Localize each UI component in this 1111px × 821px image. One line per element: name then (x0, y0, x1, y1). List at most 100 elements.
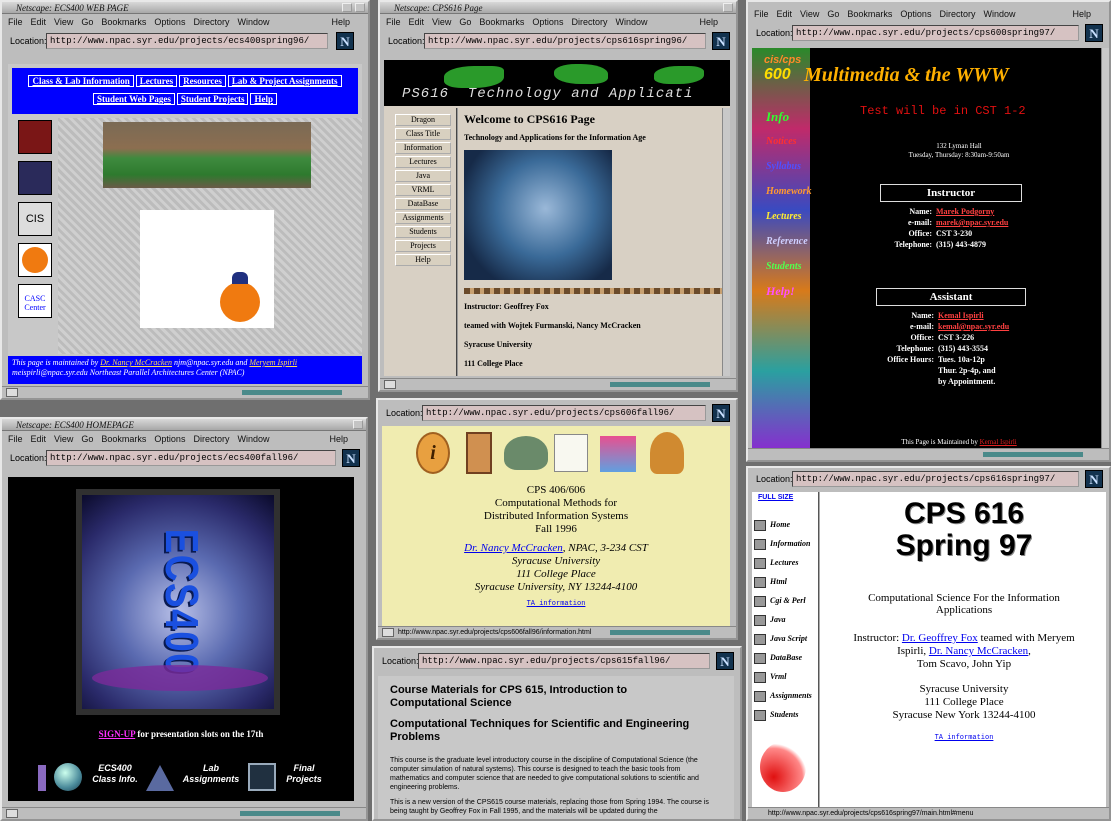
menu-options[interactable]: Options (532, 17, 563, 27)
url-field[interactable]: http://www.npac.syr.edu/projects/cps616s… (792, 471, 1079, 487)
side-syllabus[interactable]: Syllabus (766, 154, 814, 179)
nav-lectures[interactable]: Lectures (135, 75, 178, 87)
menu-view[interactable]: View (54, 434, 73, 444)
casc-logo-icon[interactable]: CASC Center (18, 284, 52, 318)
information-button[interactable]: Information (395, 142, 451, 154)
menu-directory[interactable]: Directory (571, 17, 607, 27)
help-button[interactable]: Help (395, 254, 451, 266)
syracuse-logo-icon[interactable] (18, 120, 52, 154)
menu-edit[interactable]: Edit (409, 17, 425, 27)
nav-class-lab-info[interactable]: Class & Lab Information (28, 75, 134, 87)
maintainer-link-2[interactable]: Meryem Ispirli (249, 358, 297, 367)
menu-database[interactable]: DataBase (752, 648, 818, 667)
side-info[interactable]: Info (766, 104, 814, 129)
menu-javascript[interactable]: Java Script (752, 629, 818, 648)
menu-options[interactable]: Options (154, 434, 185, 444)
class-title-button[interactable]: Class Title (395, 128, 451, 140)
menu-bookmarks[interactable]: Bookmarks (479, 17, 524, 27)
netscape-logo-button[interactable]: N (1085, 24, 1103, 42)
menu-help[interactable]: Help (329, 431, 348, 447)
menu-file[interactable]: File (386, 17, 401, 27)
menu-file[interactable]: File (8, 434, 23, 444)
title-bar[interactable]: Netscape: ECS400 WEB PAGE (2, 2, 368, 14)
maintainer-link-1[interactable]: Dr. Nancy McCracken (100, 358, 172, 367)
menu-vrml[interactable]: Vrml (752, 667, 818, 686)
menu-directory[interactable]: Directory (193, 17, 229, 27)
menu-window[interactable]: Window (237, 434, 269, 444)
maximize-button[interactable] (355, 3, 365, 12)
lab-assignments-link[interactable]: Lab Assignments (180, 763, 242, 785)
menu-view[interactable]: View (432, 17, 451, 27)
netscape-logo-button[interactable]: N (712, 404, 730, 422)
students-button[interactable]: Students (395, 226, 451, 238)
menu-help[interactable]: Help (1072, 6, 1091, 22)
menu-go[interactable]: Go (827, 9, 839, 19)
menu-window[interactable]: Window (237, 17, 269, 27)
buildings-logo-icon[interactable] (18, 161, 52, 195)
info-icon[interactable]: i (416, 432, 450, 474)
assistant-email-link[interactable]: kemal@npac.syr.edu (938, 321, 1009, 332)
ta-info-link[interactable]: TA information (822, 734, 1106, 742)
menu-home[interactable]: Home (752, 515, 818, 534)
menu-edit[interactable]: Edit (31, 17, 47, 27)
menu-lectures[interactable]: Lectures (752, 553, 818, 572)
menu-html[interactable]: Html (752, 572, 818, 591)
url-field[interactable]: http://www.npac.syr.edu/projects/cps600s… (792, 25, 1079, 41)
side-students[interactable]: Students (766, 254, 814, 279)
menu-view[interactable]: View (800, 9, 819, 19)
menu-bookmarks[interactable]: Bookmarks (101, 434, 146, 444)
url-field[interactable]: http://www.npac.syr.edu/projects/ecs400f… (46, 450, 336, 466)
notes-icon[interactable] (466, 432, 492, 474)
maximize-button[interactable] (353, 420, 363, 429)
menu-file[interactable]: File (8, 17, 23, 27)
netscape-logo-button[interactable]: N (716, 652, 734, 670)
menu-go[interactable]: Go (81, 17, 93, 27)
menu-help[interactable]: Help (331, 14, 350, 30)
menu-go[interactable]: Go (459, 17, 471, 27)
vertical-scrollbar[interactable] (722, 108, 730, 376)
menu-window[interactable]: Window (983, 9, 1015, 19)
desk-person-icon[interactable] (600, 436, 636, 472)
cube-icon[interactable] (248, 763, 276, 791)
title-bar[interactable]: Netscape: CPS616 Page (380, 2, 736, 14)
url-field[interactable]: http://www.npac.syr.edu/projects/ecs400s… (46, 33, 328, 49)
full-size-link[interactable]: FULL SIZE (752, 492, 818, 503)
fox-link[interactable]: Dr. Geoffrey Fox (902, 632, 978, 644)
vrml-button[interactable]: VRML (395, 184, 451, 196)
maximize-button[interactable] (723, 3, 733, 12)
menu-edit[interactable]: Edit (31, 434, 47, 444)
url-field[interactable]: http://www.npac.syr.edu/projects/cps615f… (418, 653, 710, 669)
database-button[interactable]: DataBase (395, 198, 451, 210)
menu-go[interactable]: Go (81, 434, 93, 444)
minimize-button[interactable] (342, 3, 352, 12)
menu-cgi-perl[interactable]: Cgi & Perl (752, 591, 818, 610)
menu-view[interactable]: View (54, 17, 73, 27)
menu-window[interactable]: Window (615, 17, 647, 27)
java-button[interactable]: Java (395, 170, 451, 182)
netscape-logo-button[interactable]: N (336, 32, 354, 50)
side-help[interactable]: Help! (766, 279, 814, 304)
menu-java[interactable]: Java (752, 610, 818, 629)
menu-file[interactable]: File (754, 9, 769, 19)
class-info-link[interactable]: ECS400 Class Info. (90, 763, 140, 785)
nav-lab-project[interactable]: Lab & Project Assignments (227, 75, 342, 87)
assignments-button[interactable]: Assignments (395, 212, 451, 224)
sphere-icon[interactable] (54, 763, 82, 791)
netscape-logo-button[interactable]: N (712, 32, 730, 50)
menu-directory[interactable]: Directory (193, 434, 229, 444)
signup-link[interactable]: SIGN-UP (99, 729, 136, 739)
menu-bookmarks[interactable]: Bookmarks (847, 9, 892, 19)
instructor-email-link[interactable]: marek@npac.syr.edu (936, 217, 1008, 228)
url-field[interactable]: http://www.npac.syr.edu/projects/cps606f… (422, 405, 706, 421)
nav-help[interactable]: Help (250, 93, 277, 105)
menu-assignments[interactable]: Assignments (752, 686, 818, 705)
title-bar[interactable]: Netscape: ECS400 HOMEPAGE (2, 419, 366, 431)
head-silhouette-icon[interactable] (650, 432, 684, 474)
orange-logo-icon[interactable] (18, 243, 52, 277)
footer-link[interactable]: Kemal Ispirli (980, 438, 1017, 446)
papers-icon[interactable] (554, 434, 588, 472)
cis-logo-icon[interactable]: CIS (18, 202, 52, 236)
final-projects-link[interactable]: Final Projects (282, 763, 326, 785)
netscape-logo-button[interactable]: N (342, 449, 360, 467)
mccracken-link[interactable]: Dr. Nancy McCracken (929, 645, 1028, 657)
